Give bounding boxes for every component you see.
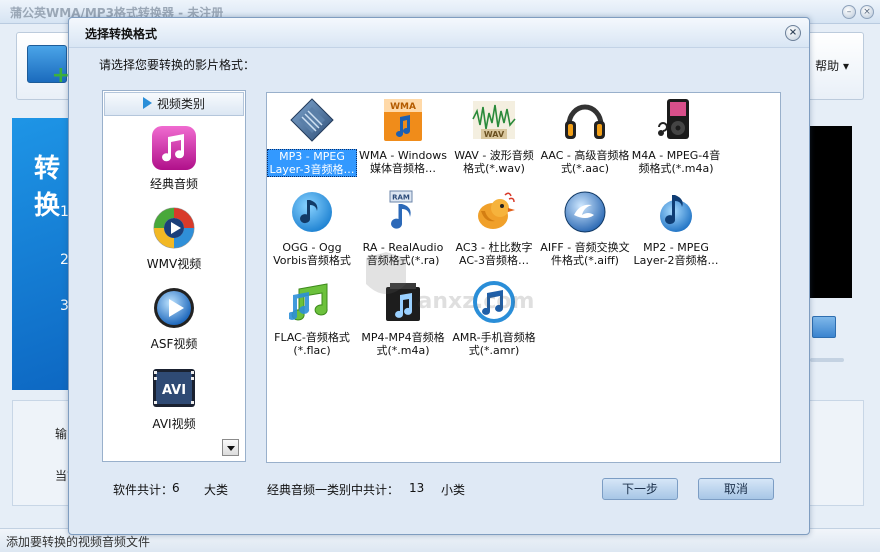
category-item-avi[interactable]: AVI AVI视频 — [103, 365, 245, 443]
headphones-icon — [565, 104, 605, 139]
format-grid: MP3 - MPEG Layer-3音频格… WMA WMA - Windows… — [266, 92, 781, 463]
bird-icon — [478, 192, 515, 229]
format-label: WAV - 波形音频格式(*.wav) — [454, 149, 534, 175]
format-label: AAC - 高级音频格式(*.aac) — [540, 149, 630, 175]
wma-icon: WMA — [384, 99, 422, 141]
dialog-footer: 软件共计： 6 大类 经典音频一类别中共计： 13 小类 下一步 取消 — [69, 478, 809, 518]
format-label: AC3 - 杜比数字AC-3音频格… — [455, 241, 533, 267]
mp3-icon — [290, 98, 334, 142]
format-item-flac[interactable]: FLAC-音频格式(*.flac) — [267, 277, 357, 361]
format-label: RA - RealAudio音频格式(*.ra) — [362, 241, 444, 267]
format-item-mp4[interactable]: MP4-MP4音频格式(*.m4a) — [358, 277, 448, 361]
avi-icon: AVI — [153, 369, 195, 407]
wmv-icon — [153, 207, 195, 249]
dialog-title-bar: 选择转换格式 × — [69, 18, 809, 48]
ipod-icon — [658, 99, 689, 139]
video-preview — [810, 126, 852, 298]
help-menu[interactable]: 帮助 ▾ — [815, 57, 849, 74]
subcategory-label: 经典音频一类别中共计： — [267, 483, 400, 497]
next-button[interactable]: 下一步 — [602, 478, 678, 500]
format-item-wav[interactable]: WAV WAV - 波形音频格式(*.wav) — [449, 95, 539, 179]
category-label: WMV视频 — [146, 257, 202, 271]
format-label: MP3 - MPEG Layer-3音频格… — [267, 149, 357, 177]
format-label: WMA - Windows 媒体音频格… — [359, 149, 447, 175]
aiff-icon — [564, 191, 606, 233]
format-label: OGG - Ogg Vorbis音频格式(*.ogg) — [273, 241, 351, 269]
category-item-asf[interactable]: ASF视频 — [103, 285, 245, 363]
category-list: 视频类别 经典音频 WMV视频 ASF视频 AVI AVI视频 — [102, 90, 246, 462]
format-item-ac3[interactable]: AC3 - 杜比数字AC-3音频格… — [449, 187, 539, 271]
format-item-ra[interactable]: RAM RA - RealAudio音频格式(*.ra) — [358, 187, 448, 271]
help-label: 帮助 — [815, 59, 840, 73]
svg-text:AVI: AVI — [162, 383, 186, 398]
dialog-prompt: 请选择您要转换的影片格式： — [99, 58, 256, 72]
format-item-mp2[interactable]: MP2 - MPEG Layer-2音频格… — [631, 187, 721, 271]
amr-icon — [473, 281, 515, 323]
category-label: 经典音频 — [149, 177, 198, 191]
mp2-icon — [660, 195, 692, 232]
asf-icon — [154, 288, 194, 328]
format-item-ogg[interactable]: OGG - Ogg Vorbis音频格式(*.ogg) — [267, 187, 357, 271]
format-item-mp3[interactable]: MP3 - MPEG Layer-3音频格… — [267, 95, 357, 179]
software-total-count: 6 — [172, 481, 180, 495]
category-item-classic-audio[interactable]: 经典音频 — [103, 125, 245, 203]
category-header-label: 视频类别 — [156, 97, 205, 111]
format-item-wma[interactable]: WMA WMA - Windows 媒体音频格… — [358, 95, 448, 179]
dialog-title: 选择转换格式 — [85, 27, 158, 41]
category-unit: 大类 — [204, 483, 229, 497]
flac-icon — [289, 283, 328, 321]
mp4-icon — [386, 283, 420, 321]
software-total-label: 软件共计： — [113, 483, 174, 497]
format-item-aac[interactable]: AAC - 高级音频格式(*.aac) — [540, 95, 630, 179]
play-arrow-icon — [142, 97, 152, 109]
music-note-icon — [152, 126, 196, 170]
scroll-down-icon[interactable] — [222, 439, 239, 456]
format-label: AMR-手机音频格式(*.amr) — [452, 331, 536, 357]
format-item-amr[interactable]: AMR-手机音频格式(*.amr) — [449, 277, 539, 361]
format-label: MP4-MP4音频格式(*.m4a) — [361, 331, 445, 357]
add-video-icon[interactable] — [27, 45, 70, 88]
category-label: AVI视频 — [152, 417, 196, 431]
preview-slider[interactable] — [810, 358, 844, 362]
status-text: 添加要转换的视频音频文件 — [6, 535, 151, 549]
close-icon[interactable]: × — [860, 5, 874, 19]
wav-icon: WAV — [472, 101, 516, 139]
ogg-icon — [292, 192, 332, 232]
format-label: M4A - MPEG-4音频格式(*.m4a) — [631, 149, 721, 175]
format-item-m4a[interactable]: M4A - MPEG-4音频格式(*.m4a) — [631, 95, 721, 179]
category-item-wmv[interactable]: WMV视频 — [103, 205, 245, 283]
format-label: MP2 - MPEG Layer-2音频格… — [633, 241, 719, 267]
ram-icon: RAM — [389, 190, 413, 229]
category-label: ASF视频 — [150, 337, 198, 351]
category-header[interactable]: 视频类别 — [104, 92, 244, 116]
svg-text:WMA: WMA — [390, 102, 416, 112]
minimize-icon[interactable]: – — [842, 5, 856, 19]
preview-control-button[interactable] — [812, 316, 836, 338]
subcategory-unit: 小类 — [441, 483, 466, 497]
svg-text:RAM: RAM — [392, 194, 410, 202]
select-format-dialog: 选择转换格式 × 请选择您要转换的影片格式： 视频类别 经典音频 WMV视频 A… — [68, 17, 810, 535]
svg-text:WAV: WAV — [484, 130, 505, 139]
cancel-button[interactable]: 取消 — [698, 478, 774, 500]
format-label: AIFF - 音频交换文件格式(*.aiff) — [540, 241, 630, 267]
format-item-aiff[interactable]: AIFF - 音频交换文件格式(*.aiff) — [540, 187, 630, 271]
subcategory-count: 13 — [409, 481, 425, 495]
format-label: FLAC-音频格式(*.flac) — [274, 331, 350, 357]
dialog-close-icon[interactable]: × — [785, 25, 801, 41]
